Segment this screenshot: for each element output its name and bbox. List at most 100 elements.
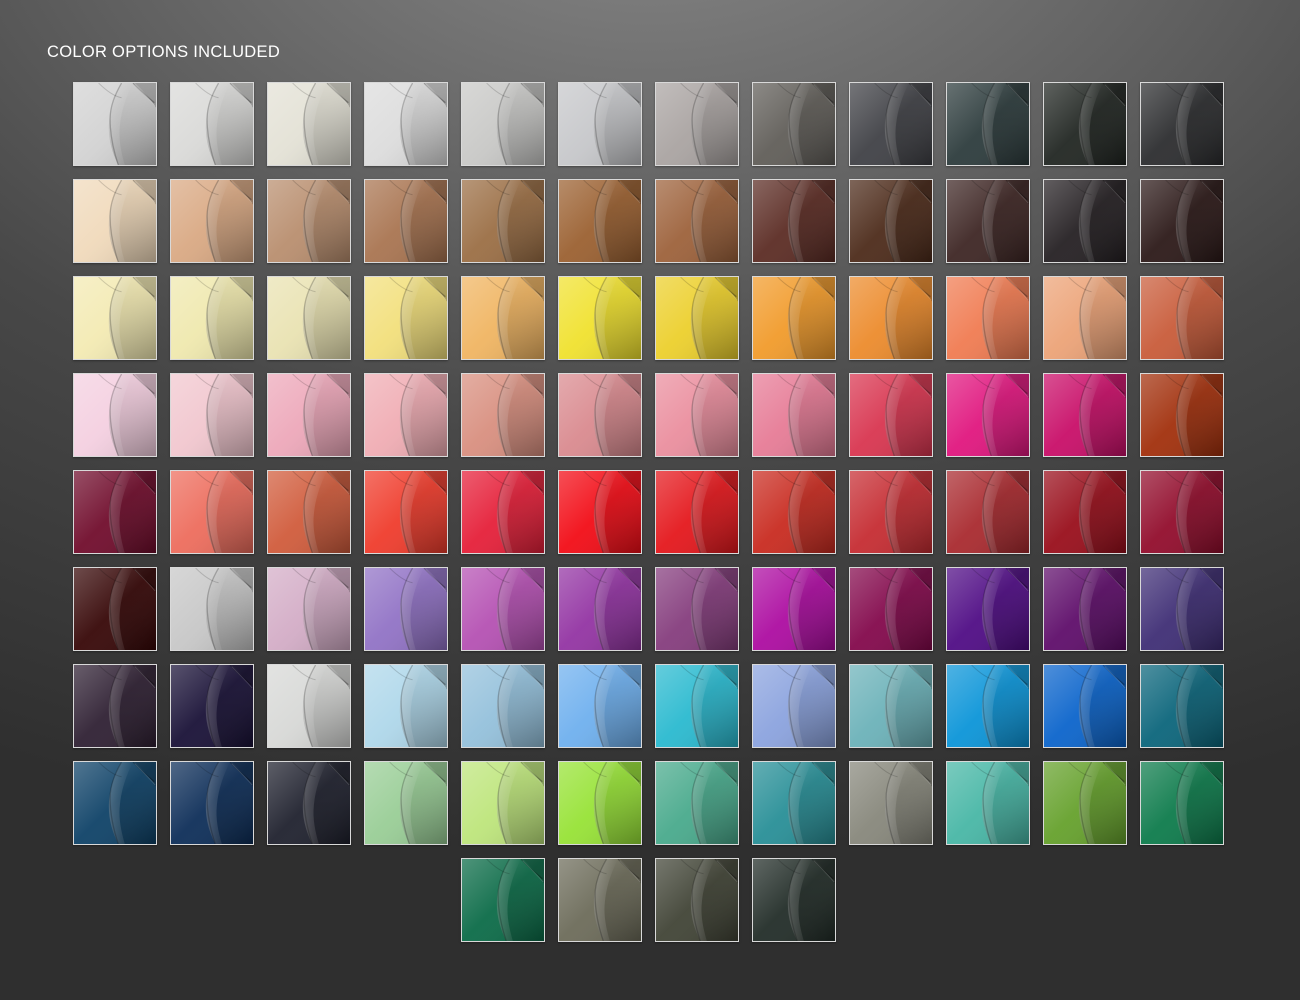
color-swatch[interactable] (849, 664, 933, 748)
color-swatch[interactable] (461, 664, 545, 748)
color-swatch[interactable] (946, 761, 1030, 845)
color-swatch[interactable] (752, 664, 836, 748)
color-swatch[interactable] (73, 470, 157, 554)
color-swatch[interactable] (461, 567, 545, 651)
color-swatch[interactable] (1043, 373, 1127, 457)
color-swatch[interactable] (170, 470, 254, 554)
color-swatch[interactable] (1043, 761, 1127, 845)
color-swatch[interactable] (1140, 761, 1224, 845)
color-swatch[interactable] (364, 373, 448, 457)
color-swatch[interactable] (1140, 179, 1224, 263)
color-swatch[interactable] (1140, 470, 1224, 554)
color-swatch[interactable] (946, 373, 1030, 457)
color-swatch[interactable] (558, 179, 642, 263)
color-swatch[interactable] (849, 761, 933, 845)
color-swatch[interactable] (73, 373, 157, 457)
color-swatch[interactable] (849, 567, 933, 651)
color-swatch[interactable] (752, 858, 836, 942)
color-swatch[interactable] (558, 276, 642, 360)
color-swatch[interactable] (170, 82, 254, 166)
color-swatch[interactable] (946, 567, 1030, 651)
color-swatch[interactable] (364, 567, 448, 651)
color-swatch[interactable] (364, 761, 448, 845)
color-swatch[interactable] (752, 761, 836, 845)
color-swatch[interactable] (364, 179, 448, 263)
color-swatch[interactable] (1140, 276, 1224, 360)
color-swatch[interactable] (364, 276, 448, 360)
color-swatch[interactable] (1043, 276, 1127, 360)
color-swatch[interactable] (461, 858, 545, 942)
color-swatch[interactable] (655, 373, 739, 457)
color-swatch[interactable] (849, 276, 933, 360)
color-swatch[interactable] (73, 567, 157, 651)
color-swatch[interactable] (946, 276, 1030, 360)
color-swatch[interactable] (267, 276, 351, 360)
color-swatch[interactable] (752, 276, 836, 360)
color-swatch[interactable] (946, 470, 1030, 554)
color-swatch[interactable] (752, 470, 836, 554)
color-swatch[interactable] (1043, 179, 1127, 263)
color-swatch[interactable] (1043, 664, 1127, 748)
color-swatch[interactable] (364, 664, 448, 748)
color-swatch[interactable] (655, 470, 739, 554)
color-swatch[interactable] (849, 82, 933, 166)
color-swatch[interactable] (849, 373, 933, 457)
color-swatch[interactable] (267, 567, 351, 651)
color-swatch[interactable] (461, 373, 545, 457)
color-swatch[interactable] (170, 179, 254, 263)
color-swatch[interactable] (655, 276, 739, 360)
color-swatch[interactable] (461, 276, 545, 360)
color-swatch[interactable] (1043, 567, 1127, 651)
color-swatch[interactable] (655, 179, 739, 263)
color-swatch[interactable] (267, 664, 351, 748)
color-swatch[interactable] (1140, 664, 1224, 748)
color-swatch[interactable] (558, 664, 642, 748)
color-swatch[interactable] (1140, 82, 1224, 166)
color-swatch[interactable] (461, 82, 545, 166)
color-swatch[interactable] (849, 179, 933, 263)
color-swatch[interactable] (1140, 567, 1224, 651)
color-swatch[interactable] (461, 470, 545, 554)
color-swatch[interactable] (170, 373, 254, 457)
color-swatch[interactable] (170, 761, 254, 845)
color-swatch[interactable] (946, 664, 1030, 748)
color-swatch[interactable] (170, 664, 254, 748)
color-swatch[interactable] (946, 179, 1030, 263)
color-swatch[interactable] (849, 470, 933, 554)
color-swatch[interactable] (558, 567, 642, 651)
color-swatch[interactable] (73, 276, 157, 360)
color-swatch[interactable] (752, 82, 836, 166)
color-swatch[interactable] (73, 82, 157, 166)
color-swatch[interactable] (558, 858, 642, 942)
color-swatch[interactable] (655, 761, 739, 845)
color-swatch[interactable] (267, 470, 351, 554)
color-swatch[interactable] (752, 567, 836, 651)
color-swatch[interactable] (461, 179, 545, 263)
color-swatch[interactable] (170, 567, 254, 651)
color-swatch[interactable] (752, 373, 836, 457)
color-swatch[interactable] (364, 82, 448, 166)
color-swatch[interactable] (267, 373, 351, 457)
color-swatch[interactable] (558, 373, 642, 457)
color-swatch[interactable] (558, 82, 642, 166)
color-swatch[interactable] (558, 761, 642, 845)
color-swatch[interactable] (655, 567, 739, 651)
color-swatch[interactable] (267, 179, 351, 263)
color-swatch[interactable] (1140, 373, 1224, 457)
color-swatch[interactable] (655, 664, 739, 748)
color-swatch[interactable] (73, 179, 157, 263)
color-swatch[interactable] (73, 664, 157, 748)
color-swatch[interactable] (655, 82, 739, 166)
color-swatch[interactable] (558, 470, 642, 554)
color-swatch[interactable] (267, 82, 351, 166)
color-swatch[interactable] (1043, 82, 1127, 166)
color-swatch[interactable] (73, 761, 157, 845)
color-swatch[interactable] (461, 761, 545, 845)
color-swatch[interactable] (752, 179, 836, 263)
color-swatch[interactable] (170, 276, 254, 360)
color-swatch[interactable] (1043, 470, 1127, 554)
color-swatch[interactable] (364, 470, 448, 554)
color-swatch[interactable] (267, 761, 351, 845)
color-swatch[interactable] (946, 82, 1030, 166)
color-swatch[interactable] (655, 858, 739, 942)
